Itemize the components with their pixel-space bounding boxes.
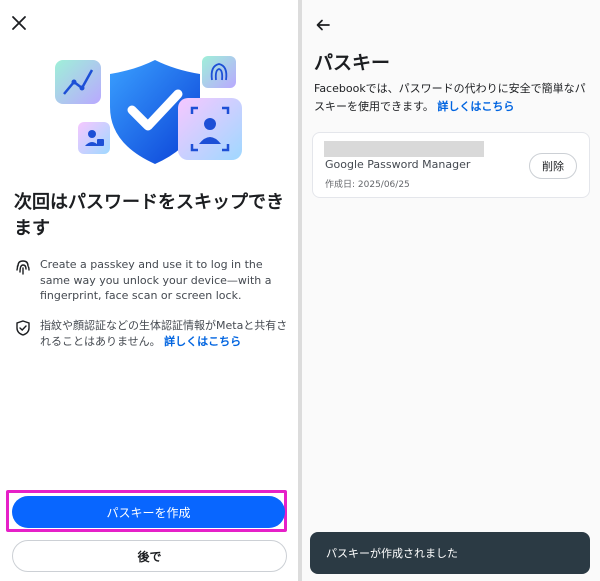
passkeys-screen: パスキー Facebookでは、パスワードの代わりに安全で簡単なパスキーを使用で… (302, 0, 600, 581)
redacted-account-name (324, 141, 484, 157)
create-passkey-button[interactable]: パスキーを作成 (12, 496, 285, 528)
close-button[interactable] (8, 12, 30, 34)
learn-more-link[interactable]: 詳しくはこちら (164, 335, 241, 348)
toast-message: パスキーが作成されました (326, 547, 458, 560)
passkey-provider: Google Password Manager (325, 158, 471, 171)
passkey-description: Facebookでは、パスワードの代わりに安全で簡単なパスキーを使用できます。 … (314, 80, 594, 116)
page-title: 次回はパスワードをスキップできます (14, 192, 284, 239)
passkey-info-text: Create a passkey and use it to log in th… (40, 258, 272, 302)
learn-more-link[interactable]: 詳しくはこちら (437, 100, 514, 113)
shield-check-icon (16, 320, 30, 336)
delete-passkey-button[interactable]: 削除 (529, 153, 577, 179)
passkey-created-date: 作成日: 2025/06/25 (325, 180, 410, 190)
close-icon (12, 16, 26, 30)
passkey-security-illustration (55, 56, 242, 164)
create-passkey-screen: 次回はパスワードをスキップできます Create a passkey and u… (0, 0, 298, 581)
later-button[interactable]: 後で (12, 540, 287, 572)
privacy-info-row: 指紋や顔認証などの生体認証情報がMetaと共有されることはありません。 詳しくは… (14, 318, 289, 349)
back-arrow-icon (316, 19, 330, 31)
page-title: パスキー (314, 52, 391, 74)
passkey-info-row: Create a passkey and use it to log in th… (14, 257, 289, 304)
back-button[interactable] (312, 14, 334, 36)
passkey-card: Google Password Manager 作成日: 2025/06/25 … (312, 132, 590, 198)
privacy-info-text: 指紋や顔認証などの生体認証情報がMetaと共有されることはありません。 詳しくは… (40, 318, 289, 349)
toast-notification: パスキーが作成されました (310, 532, 590, 574)
fingerprint-icon (16, 260, 30, 275)
